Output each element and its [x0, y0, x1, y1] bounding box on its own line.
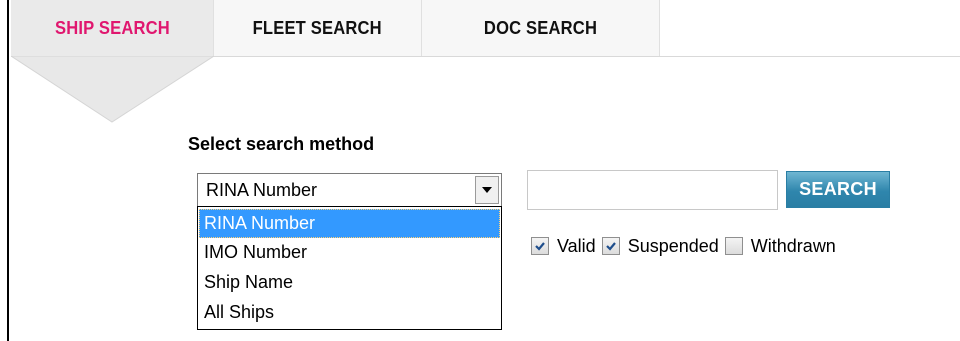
search-method-dropdown: RINA Number IMO Number Ship Name All Shi… [197, 206, 502, 330]
tab-fleet-search-label: FLEET SEARCH [252, 17, 383, 38]
active-tab-pointer [11, 56, 214, 123]
search-input[interactable] [527, 170, 778, 210]
suspended-label: Suspended [627, 235, 719, 256]
tab-fleet-search[interactable]: FLEET SEARCH [214, 0, 422, 56]
option-all-ships[interactable]: All Ships [199, 298, 500, 327]
tab-ship-search[interactable]: SHIP SEARCH [11, 0, 214, 56]
chevron-down-icon [482, 187, 492, 193]
withdrawn-checkbox[interactable] [724, 237, 743, 255]
withdrawn-label: Withdrawn [750, 235, 836, 256]
selected-method-value: RINA Number [206, 180, 318, 200]
dropdown-toggle[interactable] [475, 176, 499, 204]
option-imo-number[interactable]: IMO Number [199, 238, 500, 267]
valid-checkbox[interactable] [531, 237, 549, 255]
option-ship-name[interactable]: Ship Name [199, 268, 500, 297]
search-button[interactable]: SEARCH [786, 171, 890, 208]
tab-ship-search-label: SHIP SEARCH [54, 17, 170, 38]
tab-doc-search-label: DOC SEARCH [483, 17, 598, 38]
search-method-select[interactable]: RINA Number [197, 173, 502, 207]
option-rina-number[interactable]: RINA Number [199, 209, 500, 238]
search-method-label: Select search method [188, 134, 375, 154]
status-filter-row: Valid Suspended Withdrawn [531, 232, 842, 260]
checkmark-icon [535, 242, 545, 251]
checkmark-icon [605, 242, 616, 251]
page-left-border [0, 0, 9, 341]
tab-doc-search[interactable]: DOC SEARCH [422, 0, 660, 56]
suspended-checkbox[interactable] [601, 237, 620, 255]
tab-bar: SHIP SEARCH FLEET SEARCH DOC SEARCH [11, 0, 960, 57]
valid-label: Valid [557, 235, 596, 256]
